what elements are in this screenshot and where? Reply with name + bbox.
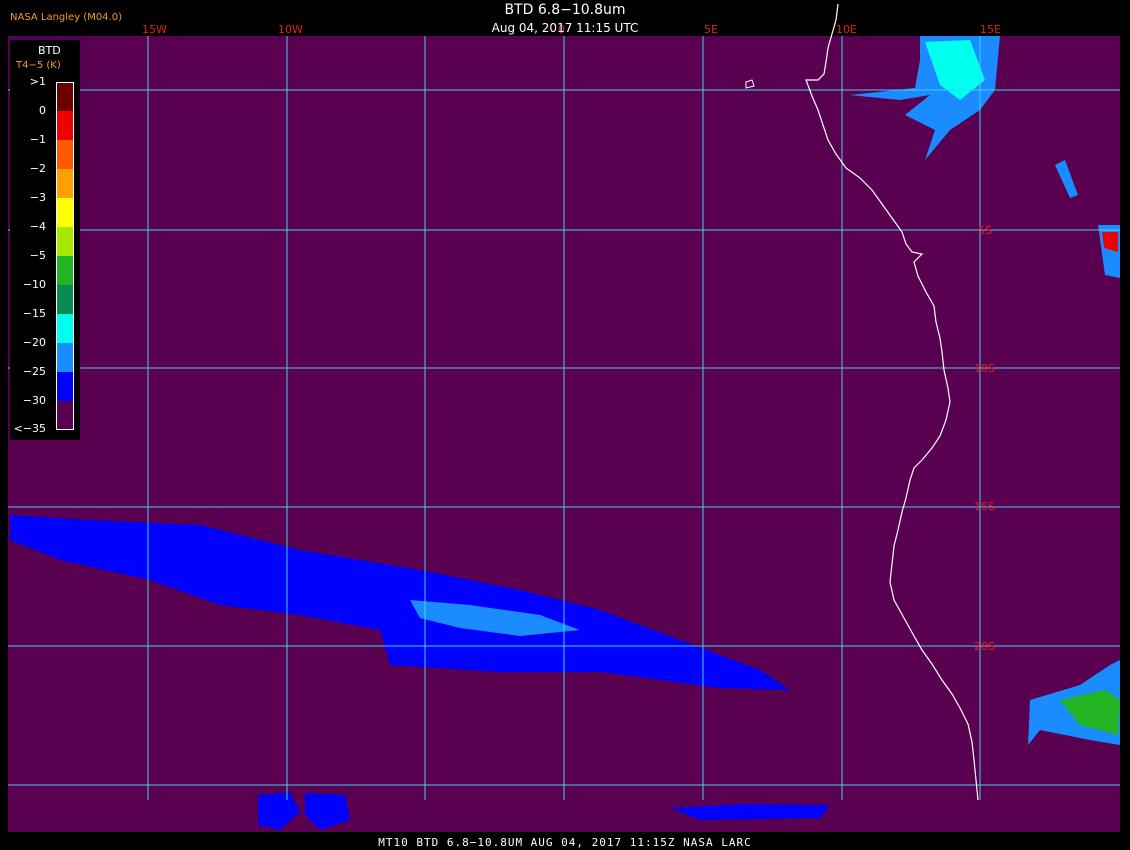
legend-tick-label: −15 xyxy=(22,307,46,320)
legend-tick-label: −2 xyxy=(29,162,46,175)
lat-label-5s: 5S xyxy=(978,224,992,237)
legend-tick-label: −30 xyxy=(22,394,46,407)
image-title: BTD 6.8−10.8um xyxy=(504,2,626,18)
legend-tick-label: −25 xyxy=(22,365,46,378)
legend-tick-label: −10 xyxy=(22,278,46,291)
footer-caption: MT10 BTD 6.8−10.8UM AUG 04, 2017 11:15Z … xyxy=(378,836,752,849)
legend-tick-label: −3 xyxy=(29,191,46,204)
lat-label-10s: 10S xyxy=(974,362,995,375)
legend-title: BTD xyxy=(38,44,61,57)
legend-colorbar-border xyxy=(56,82,74,430)
legend-tick-label: >1 xyxy=(29,75,46,88)
legend-tick-label: 0 xyxy=(39,104,46,117)
lat-label-15s: 15S xyxy=(974,500,995,513)
lat-label-20s: 20S xyxy=(974,640,995,653)
legend-tick-label: −5 xyxy=(29,249,46,262)
legend-tick-label: −4 xyxy=(29,220,46,233)
image-timestamp: Aug 04, 2017 11:15 UTC xyxy=(491,21,639,35)
legend-units: T4−5 (K) xyxy=(16,60,61,71)
legend-bottom-label: <−35 xyxy=(13,422,46,435)
legend-tick-label: −1 xyxy=(29,133,46,146)
legend-tick-label: −20 xyxy=(22,336,46,349)
color-legend: BTD T4−5 (K) >1 0 −1 −2 −3 −4 −5 −10 −15 −20 −25 −3… xyxy=(10,40,80,440)
satellite-map: 5S 10S 15S 20S 15W 10W 0 5E 10E 15E xyxy=(8,3,1120,832)
